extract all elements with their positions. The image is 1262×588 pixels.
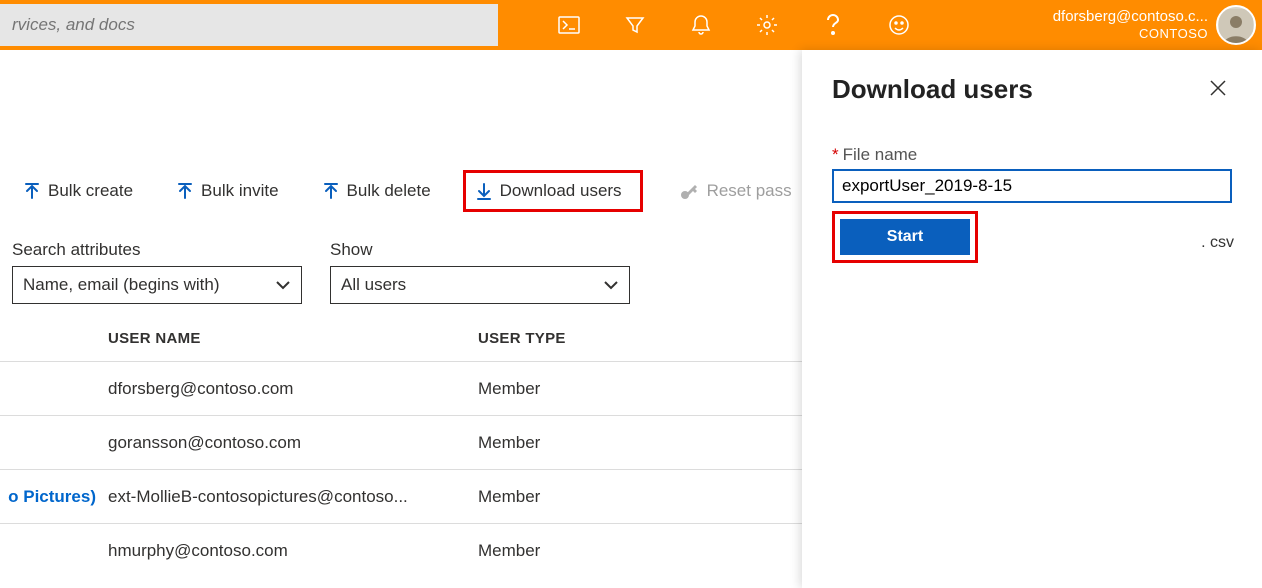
file-extension: . csv — [1201, 234, 1234, 252]
user-email: dforsberg@contoso.c... — [1053, 8, 1208, 26]
top-bar: dforsberg@contoso.c... CONTOSO — [0, 0, 1262, 50]
cell-username: goransson@contoso.com — [108, 433, 478, 453]
cell-usertype: Member — [478, 433, 678, 453]
start-button[interactable]: Start — [840, 219, 970, 255]
upload-icon — [24, 182, 40, 200]
search-attributes-label: Search attributes — [12, 240, 302, 260]
start-button-highlight: Start — [832, 211, 978, 263]
show-label: Show — [330, 240, 630, 260]
cell-usertype: Member — [478, 541, 678, 561]
cell-username: hmurphy@contoso.com — [108, 541, 478, 561]
close-button[interactable] — [1204, 74, 1232, 102]
reset-password-button: Reset pass — [671, 175, 800, 207]
download-users-panel: Download users *File name . csv Start — [802, 50, 1262, 588]
help-icon[interactable] — [800, 0, 866, 50]
search-attributes-value: Name, email (begins with) — [23, 275, 220, 295]
bulk-invite-label: Bulk invite — [201, 181, 278, 201]
panel-title: Download users — [832, 74, 1033, 105]
file-name-label: *File name — [832, 145, 1232, 165]
notifications-icon[interactable] — [668, 0, 734, 50]
bulk-delete-button[interactable]: Bulk delete — [315, 175, 439, 207]
tenant-name: CONTOSO — [1053, 26, 1208, 42]
reset-password-label: Reset pass — [707, 181, 792, 201]
avatar — [1216, 5, 1256, 45]
filters-row: Search attributes Name, email (begins wi… — [12, 240, 630, 304]
download-users-button[interactable]: Download users — [463, 170, 643, 212]
row-prefix: o Pictures) — [0, 487, 108, 507]
feedback-icon[interactable] — [866, 0, 932, 50]
bulk-invite-button[interactable]: Bulk invite — [169, 175, 286, 207]
col-header-username[interactable]: USER NAME — [108, 330, 478, 347]
bulk-create-button[interactable]: Bulk create — [16, 175, 141, 207]
cell-username: ext-MollieB-contosopictures@contoso... — [108, 487, 478, 507]
bulk-delete-label: Bulk delete — [347, 181, 431, 201]
cloud-shell-icon[interactable] — [536, 0, 602, 50]
account-control[interactable]: dforsberg@contoso.c... CONTOSO — [1053, 0, 1262, 50]
global-search-input[interactable] — [0, 4, 498, 46]
chevron-down-icon — [275, 280, 291, 290]
cell-usertype: Member — [478, 487, 678, 507]
chevron-down-icon — [603, 280, 619, 290]
download-icon — [476, 182, 492, 200]
bulk-create-label: Bulk create — [48, 181, 133, 201]
download-users-label: Download users — [500, 181, 622, 201]
search-attributes-select[interactable]: Name, email (begins with) — [12, 266, 302, 304]
show-select[interactable]: All users — [330, 266, 630, 304]
col-header-usertype[interactable]: USER TYPE — [478, 330, 678, 347]
close-icon — [1208, 78, 1228, 98]
key-icon — [679, 181, 699, 201]
cell-username: dforsberg@contoso.com — [108, 379, 478, 399]
settings-icon[interactable] — [734, 0, 800, 50]
upload-icon — [177, 182, 193, 200]
cell-usertype: Member — [478, 379, 678, 399]
file-name-input[interactable] — [832, 169, 1232, 203]
upload-icon — [323, 182, 339, 200]
filter-icon[interactable] — [602, 0, 668, 50]
show-value: All users — [341, 275, 406, 295]
top-icon-bar — [536, 0, 932, 50]
